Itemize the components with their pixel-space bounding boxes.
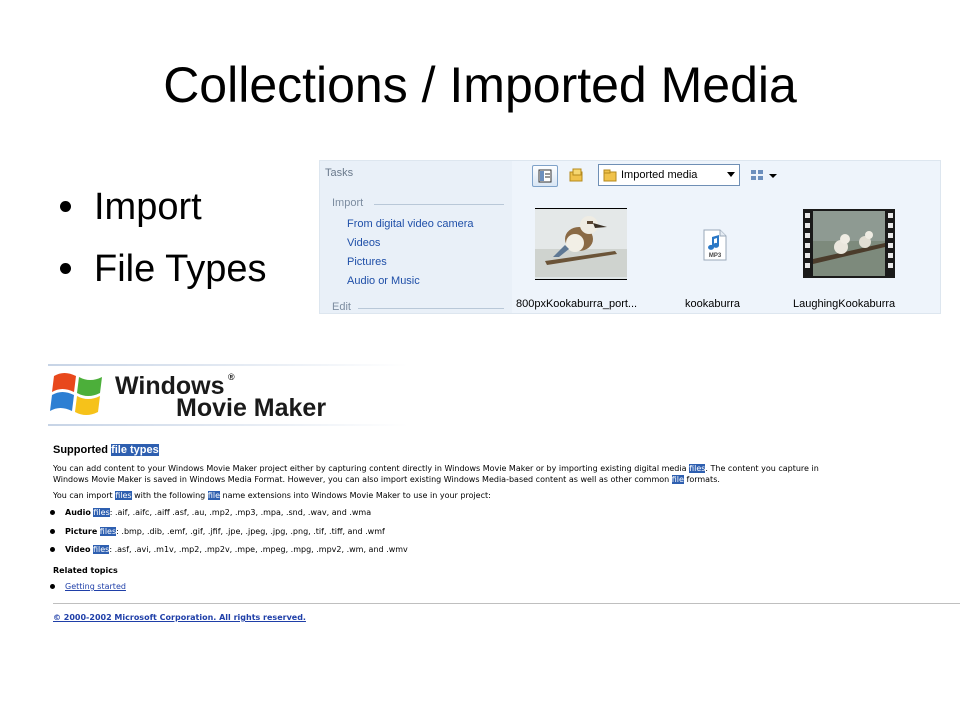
- logo-bottom-rule: [48, 424, 408, 426]
- media-label-photo: 800pxKookaburra_port...: [516, 298, 638, 310]
- photo-thumbnail[interactable]: [535, 208, 627, 280]
- type-exts-video: : .asf, .avi, .m1v, .mp2, .mp2v, .mpe, .…: [109, 545, 408, 554]
- para2-highlight-file: file: [207, 491, 220, 500]
- bullet-icon: [50, 510, 55, 515]
- para2-part-c: name extensions into Windows Movie Maker…: [220, 491, 491, 500]
- type-row-video: Video files: .asf, .avi, .m1v, .mp2, .mp…: [65, 544, 408, 555]
- bullet-list: Import File Types: [56, 176, 266, 300]
- mp3-file-icon[interactable]: MP3: [702, 229, 728, 261]
- tasks-pane: Tasks Import From digital video camera V…: [320, 161, 512, 313]
- type-name-video: Video: [65, 545, 91, 554]
- collections-panel: Tasks Import From digital video camera V…: [319, 160, 941, 314]
- bullet-icon: [50, 529, 55, 534]
- type-row-picture: Picture files: .bmp, .dib, .emf, .gif, .…: [65, 526, 385, 537]
- type-highlight-video: files: [93, 545, 110, 554]
- media-label-video: LaughingKookaburra: [793, 298, 896, 310]
- para2-part-a: You can import: [53, 491, 116, 500]
- help-heading-highlight: file types: [111, 444, 159, 456]
- task-link-from-camera[interactable]: From digital video camera: [347, 218, 474, 230]
- tasks-pane-toggle-button[interactable]: [532, 165, 558, 187]
- help-paragraph-1: You can add content to your Windows Movi…: [53, 463, 819, 485]
- para1-highlight-files: files: [689, 464, 706, 473]
- windows-flag-logo-icon: [50, 373, 102, 415]
- para1-highlight-file: file: [671, 475, 684, 484]
- para1-part-b: . The content you capture in: [705, 464, 819, 473]
- type-name-audio: Audio: [65, 508, 91, 517]
- copyright-link[interactable]: © 2000-2002 Microsoft Corporation. All r…: [53, 612, 306, 623]
- type-exts-picture: : .bmp, .dib, .emf, .gif, .jfif, .jpe, .…: [116, 527, 385, 536]
- logo-registered-mark: ®: [228, 372, 235, 382]
- tasks-title: Tasks: [325, 167, 354, 179]
- collections-folder-icon: [569, 168, 583, 182]
- bullet-icon: [50, 584, 55, 589]
- svg-text:MP3: MP3: [709, 253, 722, 259]
- collections-button[interactable]: [564, 165, 590, 187]
- bullet-file-types: File Types: [56, 238, 266, 300]
- chevron-down-icon: [727, 172, 735, 177]
- media-label-audio: kookaburra: [685, 298, 741, 310]
- collection-dropdown-value: Imported media: [621, 169, 698, 181]
- help-heading: Supported file types: [53, 444, 159, 456]
- footer-divider: [53, 603, 960, 604]
- kookaburra-photo-image: [535, 209, 627, 277]
- logo-top-rule: [48, 364, 408, 366]
- laughing-kookaburra-video-image: [803, 209, 895, 278]
- task-link-pictures[interactable]: Pictures: [347, 256, 387, 268]
- para1-part-a: You can add content to your Windows Movi…: [53, 464, 690, 473]
- collection-dropdown[interactable]: Imported media: [598, 164, 740, 186]
- task-link-videos[interactable]: Videos: [347, 237, 380, 249]
- related-topics-heading: Related topics: [53, 566, 118, 575]
- tasks-pane-icon: [538, 169, 552, 183]
- getting-started-link[interactable]: Getting started: [65, 581, 126, 592]
- bullet-import: Import: [56, 176, 266, 238]
- slide-title: Collections / Imported Media: [163, 57, 797, 113]
- type-highlight-audio: files: [93, 508, 110, 517]
- help-paragraph-2: You can import files with the following …: [53, 490, 491, 501]
- para2-part-b: with the following: [131, 491, 208, 500]
- para2-highlight-files: files: [115, 491, 132, 500]
- help-page: Windows ® Movie Maker Supported file typ…: [40, 360, 960, 630]
- views-icon: [751, 170, 777, 180]
- import-section-divider: [374, 204, 504, 205]
- para1-part-c: Windows Movie Maker is saved in Windows …: [53, 475, 672, 484]
- folder-icon: [603, 169, 617, 182]
- type-row-audio: Audio files: .aif, .aifc, .aiff .asf, .a…: [65, 507, 371, 518]
- type-name-picture: Picture: [65, 527, 98, 536]
- type-highlight-picture: files: [99, 527, 117, 536]
- edit-section-divider: [358, 308, 504, 309]
- logo-movie-maker-text: Movie Maker: [176, 394, 327, 422]
- import-section-label: Import: [332, 197, 364, 209]
- mp3-icon: MP3: [703, 229, 727, 261]
- edit-section-label: Edit: [332, 301, 351, 313]
- type-exts-audio: : .aif, .aifc, .aiff .asf, .au, .mp2, .m…: [109, 508, 372, 517]
- views-button[interactable]: [748, 165, 782, 187]
- task-link-audio-music[interactable]: Audio or Music: [347, 275, 420, 287]
- para1-part-d: formats.: [683, 475, 720, 484]
- bullet-icon: [50, 547, 55, 552]
- video-film-thumbnail[interactable]: [803, 209, 895, 278]
- help-heading-text: Supported: [53, 444, 112, 456]
